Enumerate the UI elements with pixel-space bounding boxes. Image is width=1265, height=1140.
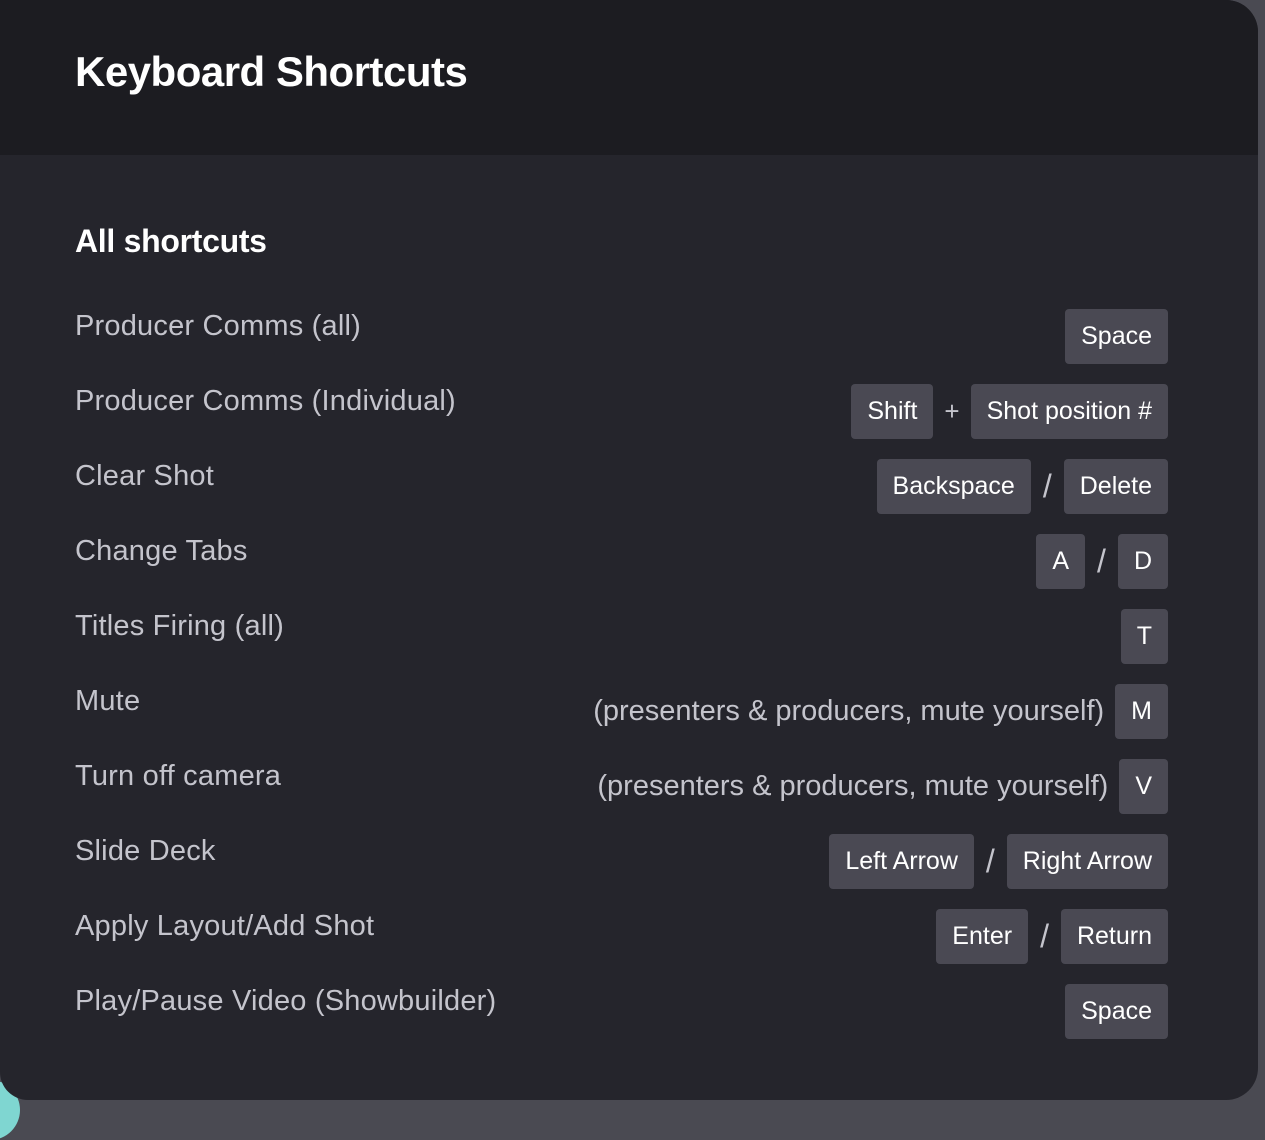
dialog-body: All shortcuts Producer Comms (all) Space…: [0, 221, 1258, 1059]
shortcut-list: Producer Comms (all) Space Producer Comm…: [75, 309, 1168, 1059]
keyboard-shortcuts-dialog: Keyboard Shortcuts All shortcuts Produce…: [0, 0, 1258, 1100]
shortcut-keys: Space: [1065, 309, 1168, 364]
shortcut-label: Producer Comms (all): [75, 309, 361, 343]
key-m: M: [1115, 684, 1168, 739]
shortcut-label: Mute: [75, 684, 140, 718]
key-shot-position: Shot position #: [971, 384, 1168, 439]
shortcut-keys: Backspace / Delete: [877, 459, 1168, 514]
key-separator-slash: /: [986, 834, 995, 889]
key-space: Space: [1065, 309, 1168, 364]
shortcut-keys: Left Arrow / Right Arrow: [829, 834, 1168, 889]
key-a: A: [1036, 534, 1085, 589]
dialog-header: Keyboard Shortcuts: [0, 0, 1258, 155]
shortcut-label: Titles Firing (all): [75, 609, 284, 643]
shortcut-keys: A / D: [1036, 534, 1168, 589]
shortcut-label: Play/Pause Video (Showbuilder): [75, 984, 496, 1018]
key-v: V: [1119, 759, 1168, 814]
shortcut-label: Clear Shot: [75, 459, 214, 493]
key-separator-slash: /: [1043, 459, 1052, 514]
shortcut-row-producer-comms-individual: Producer Comms (Individual) Shift + Shot…: [75, 384, 1168, 459]
key-enter: Enter: [936, 909, 1028, 964]
shortcut-row-change-tabs: Change Tabs A / D: [75, 534, 1168, 609]
key-t: T: [1121, 609, 1168, 664]
shortcut-keys: (presenters & producers, mute yourself) …: [597, 759, 1168, 814]
key-left-arrow: Left Arrow: [829, 834, 974, 889]
shortcut-note: (presenters & producers, mute yourself): [597, 759, 1108, 814]
shortcut-keys: Space: [1065, 984, 1168, 1039]
shortcut-row-turn-off-camera: Turn off camera (presenters & producers,…: [75, 759, 1168, 834]
shortcut-keys: Shift + Shot position #: [851, 384, 1168, 439]
shortcut-row-clear-shot: Clear Shot Backspace / Delete: [75, 459, 1168, 534]
shortcut-row-slide-deck: Slide Deck Left Arrow / Right Arrow: [75, 834, 1168, 909]
shortcut-row-apply-layout: Apply Layout/Add Shot Enter / Return: [75, 909, 1168, 984]
shortcut-label: Change Tabs: [75, 534, 248, 568]
shortcut-row-play-pause-video: Play/Pause Video (Showbuilder) Space: [75, 984, 1168, 1059]
key-delete: Delete: [1064, 459, 1168, 514]
shortcut-note: (presenters & producers, mute yourself): [593, 684, 1104, 739]
key-separator-slash: /: [1097, 534, 1106, 589]
shortcut-label: Producer Comms (Individual): [75, 384, 456, 418]
key-shift: Shift: [851, 384, 933, 439]
shortcut-row-mute: Mute (presenters & producers, mute yours…: [75, 684, 1168, 759]
key-backspace: Backspace: [877, 459, 1031, 514]
key-separator-slash: /: [1040, 909, 1049, 964]
shortcut-label: Apply Layout/Add Shot: [75, 909, 374, 943]
key-space: Space: [1065, 984, 1168, 1039]
shortcut-label: Turn off camera: [75, 759, 281, 793]
shortcut-keys: (presenters & producers, mute yourself) …: [593, 684, 1168, 739]
shortcut-label: Slide Deck: [75, 834, 216, 868]
shortcut-keys: Enter / Return: [936, 909, 1168, 964]
key-d: D: [1118, 534, 1168, 589]
key-return: Return: [1061, 909, 1168, 964]
key-separator-plus: +: [944, 384, 959, 439]
key-right-arrow: Right Arrow: [1007, 834, 1168, 889]
dialog-title: Keyboard Shortcuts: [75, 48, 467, 96]
section-title: All shortcuts: [75, 221, 1168, 261]
shortcut-row-titles-firing: Titles Firing (all) T: [75, 609, 1168, 684]
shortcut-row-producer-comms-all: Producer Comms (all) Space: [75, 309, 1168, 384]
shortcut-keys: T: [1121, 609, 1168, 664]
